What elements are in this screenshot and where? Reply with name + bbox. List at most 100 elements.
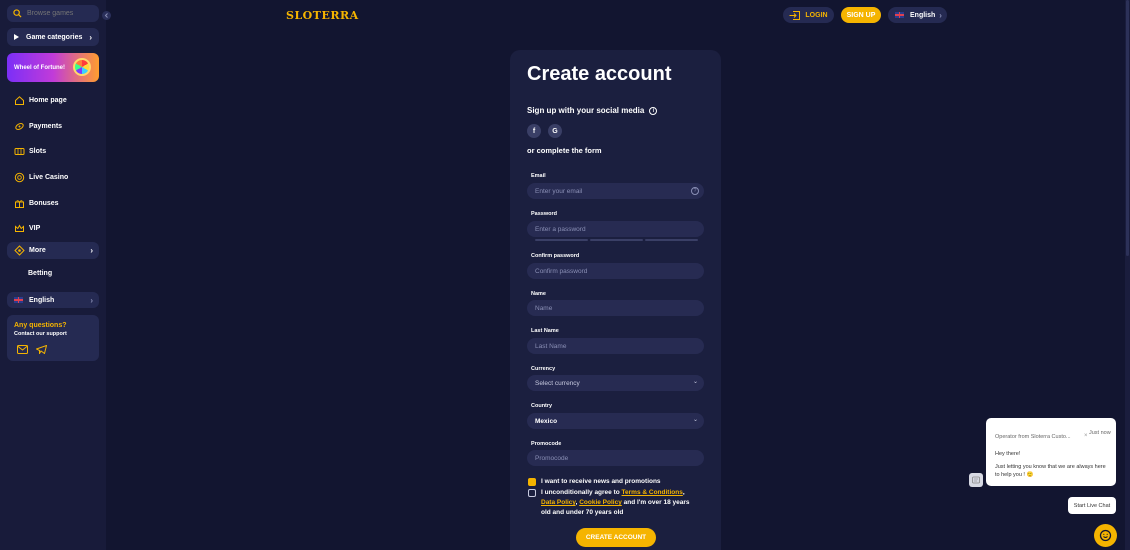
promocode-field[interactable] [527, 450, 704, 466]
live-casino-icon [14, 172, 25, 183]
social-signup-label: Sign up with your social media i [527, 106, 658, 115]
chevron-right-icon: › [89, 32, 92, 42]
gift-icon [14, 198, 25, 209]
slots-icon [14, 146, 25, 157]
facebook-button[interactable]: f [527, 124, 541, 138]
password-label: Password [531, 211, 557, 217]
confirm-password-input[interactable] [535, 267, 685, 275]
chevron-right-icon: › [90, 246, 93, 255]
social-signup-text: Sign up with your social media [527, 106, 645, 115]
chevron-down-icon: ⌄ [692, 417, 698, 423]
sidebar-item-vip[interactable]: VIP [0, 216, 106, 242]
sidebar-item-more[interactable]: More › [7, 242, 99, 259]
sidebar-language-selector[interactable]: English › [7, 292, 99, 308]
crown-icon [14, 223, 25, 234]
login-label: LOGIN [805, 11, 828, 19]
chat-icon [1099, 529, 1112, 542]
confirm-password-field[interactable] [527, 263, 704, 279]
chevron-left-icon [104, 13, 108, 18]
sidebar-nav: Home page Payments Slots Live Casino Bon… [0, 88, 106, 242]
last-name-field[interactable] [527, 338, 704, 354]
sidebar-item-slots[interactable]: Slots [0, 139, 106, 165]
create-account-button[interactable]: CREATE ACCOUNT [576, 528, 656, 547]
mail-icon[interactable] [17, 345, 28, 354]
chat-message-card: Operator from Sloterra Custo... × Just n… [986, 418, 1116, 486]
support-subtitle: Contact our support [14, 331, 67, 337]
wheel-icon [73, 58, 91, 76]
sidebar-item-live-casino[interactable]: Live Casino [0, 165, 106, 191]
search-box[interactable] [7, 5, 99, 22]
language-label: English [910, 11, 936, 19]
chat-launcher-button[interactable] [1094, 524, 1117, 547]
last-name-label: Last Name [531, 328, 559, 334]
name-field[interactable] [527, 300, 704, 316]
sidebar-item-home[interactable]: Home page [0, 88, 106, 114]
promocode-input[interactable] [535, 454, 685, 462]
currency-label: Currency [531, 366, 556, 372]
chat-greeting: Hey there! [995, 451, 1021, 457]
telegram-icon[interactable] [36, 345, 47, 354]
strength-segment [590, 239, 643, 241]
news-checkbox-label: I want to receive news and promotions [541, 478, 661, 485]
collapse-sidebar-button[interactable] [102, 11, 111, 20]
password-input[interactable] [535, 225, 685, 233]
play-icon [14, 34, 19, 40]
page-title: Create account [527, 63, 672, 85]
news-checkbox[interactable] [528, 478, 536, 486]
signup-button[interactable]: SIGN UP [841, 7, 881, 23]
name-input[interactable] [535, 304, 685, 312]
email-field[interactable]: ? [527, 183, 704, 199]
site-logo[interactable]: SLOTERRA [286, 9, 359, 22]
chat-message: Just letting you know that we are always… [995, 464, 1106, 478]
help-icon[interactable]: ? [691, 187, 699, 195]
terms-link[interactable]: Terms & Conditions [622, 489, 683, 496]
login-button[interactable]: LOGIN [783, 7, 834, 23]
google-button[interactable]: G [548, 124, 562, 138]
search-input[interactable] [27, 10, 87, 17]
terms-checkbox-row[interactable]: I unconditionally agree to Terms & Condi… [528, 488, 698, 518]
game-categories-label: Game categories [26, 33, 83, 41]
info-icon[interactable]: i [649, 106, 658, 115]
game-categories-button[interactable]: Game categories › [7, 28, 99, 46]
email-input[interactable] [535, 187, 685, 195]
more-icon [14, 245, 25, 256]
cookie-policy-link[interactable]: Cookie Policy [579, 499, 622, 506]
or-complete-label: or complete the form [527, 146, 602, 155]
scrollbar-thumb[interactable] [1126, 0, 1129, 256]
sidebar-item-bonuses[interactable]: Bonuses [0, 190, 106, 216]
uk-flag-icon [895, 12, 904, 18]
sidebar-item-payments[interactable]: Payments [0, 114, 106, 140]
chat-operator-name: Operator from Sloterra Custo... [995, 434, 1071, 440]
chevron-right-icon: › [939, 10, 942, 20]
country-value: Mexico [535, 417, 558, 425]
terms-prefix: I unconditionally agree to [541, 489, 620, 496]
terms-checkbox[interactable] [528, 489, 536, 497]
header-language-selector[interactable]: English › [888, 7, 947, 23]
last-name-input[interactable] [535, 342, 685, 350]
currency-select[interactable]: Select currency ⌄ [527, 375, 704, 391]
search-icon [13, 9, 22, 18]
sidebar-item-betting[interactable]: Betting [28, 270, 52, 277]
terms-text: I unconditionally agree to Terms & Condi… [541, 489, 690, 516]
sidebar-item-label: Live Casino [29, 174, 69, 182]
wheel-of-fortune-banner[interactable]: Wheel of Fortune! [7, 53, 99, 82]
wheel-banner-label: Wheel of Fortune! [14, 64, 65, 71]
confirm-password-label: Confirm password [531, 253, 580, 259]
language-label: English [29, 296, 55, 304]
password-field[interactable] [527, 221, 704, 237]
news-checkbox-row[interactable]: I want to receive news and promotions [528, 477, 661, 487]
close-icon[interactable]: × [1084, 433, 1088, 439]
chat-timestamp: Just now [1089, 430, 1111, 436]
operator-avatar-icon [969, 473, 983, 487]
sidebar-item-label: Bonuses [29, 199, 59, 207]
more-label: More [29, 247, 46, 254]
strength-segment [645, 239, 698, 241]
login-icon [789, 10, 801, 20]
start-live-chat-button[interactable]: Start Live Chat [1068, 497, 1116, 514]
password-strength-meter [535, 239, 698, 241]
data-policy-link[interactable]: Data Policy [541, 499, 576, 506]
country-select[interactable]: Mexico ⌄ [527, 413, 704, 429]
uk-flag-icon [14, 297, 23, 303]
sidebar-item-label: Payments [29, 122, 63, 130]
name-label: Name [531, 291, 546, 297]
